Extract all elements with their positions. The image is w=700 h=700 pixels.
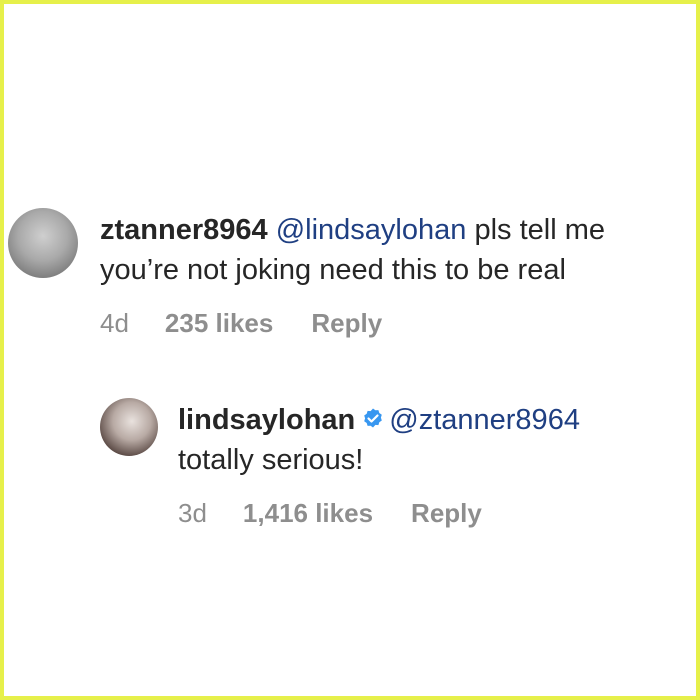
comment-meta: 3d 1,416 likes Reply <box>178 498 698 529</box>
username[interactable]: lindsaylohan <box>178 404 355 436</box>
avatar[interactable] <box>100 398 158 456</box>
timestamp: 4d <box>100 308 129 338</box>
comment-text: ztanner8964 @lindsaylohan pls tell me yo… <box>100 210 690 290</box>
verified-badge-icon <box>364 408 383 428</box>
comment-body: ztanner8964 @lindsaylohan pls tell me yo… <box>100 210 690 339</box>
reply-button[interactable]: Reply <box>411 498 482 529</box>
username[interactable]: ztanner8964 <box>100 214 268 246</box>
screenshot-frame: ztanner8964 @lindsaylohan pls tell me yo… <box>0 0 700 700</box>
mention-link[interactable]: @ztanner8964 <box>389 404 580 436</box>
timestamp: 3d <box>178 498 207 528</box>
comment-meta: 4d 235 likes Reply <box>100 308 690 339</box>
avatar[interactable] <box>8 208 78 278</box>
comment-body: lindsaylohan @ztanner8964 totally seriou… <box>178 400 698 529</box>
reply-button[interactable]: Reply <box>311 308 382 339</box>
mention-link[interactable]: @lindsaylohan <box>276 214 467 246</box>
comment-message: totally serious! <box>178 444 364 476</box>
likes-count[interactable]: 1,416 likes <box>243 498 373 529</box>
likes-count[interactable]: 235 likes <box>165 308 273 339</box>
comment-text: lindsaylohan @ztanner8964 totally seriou… <box>178 400 698 480</box>
